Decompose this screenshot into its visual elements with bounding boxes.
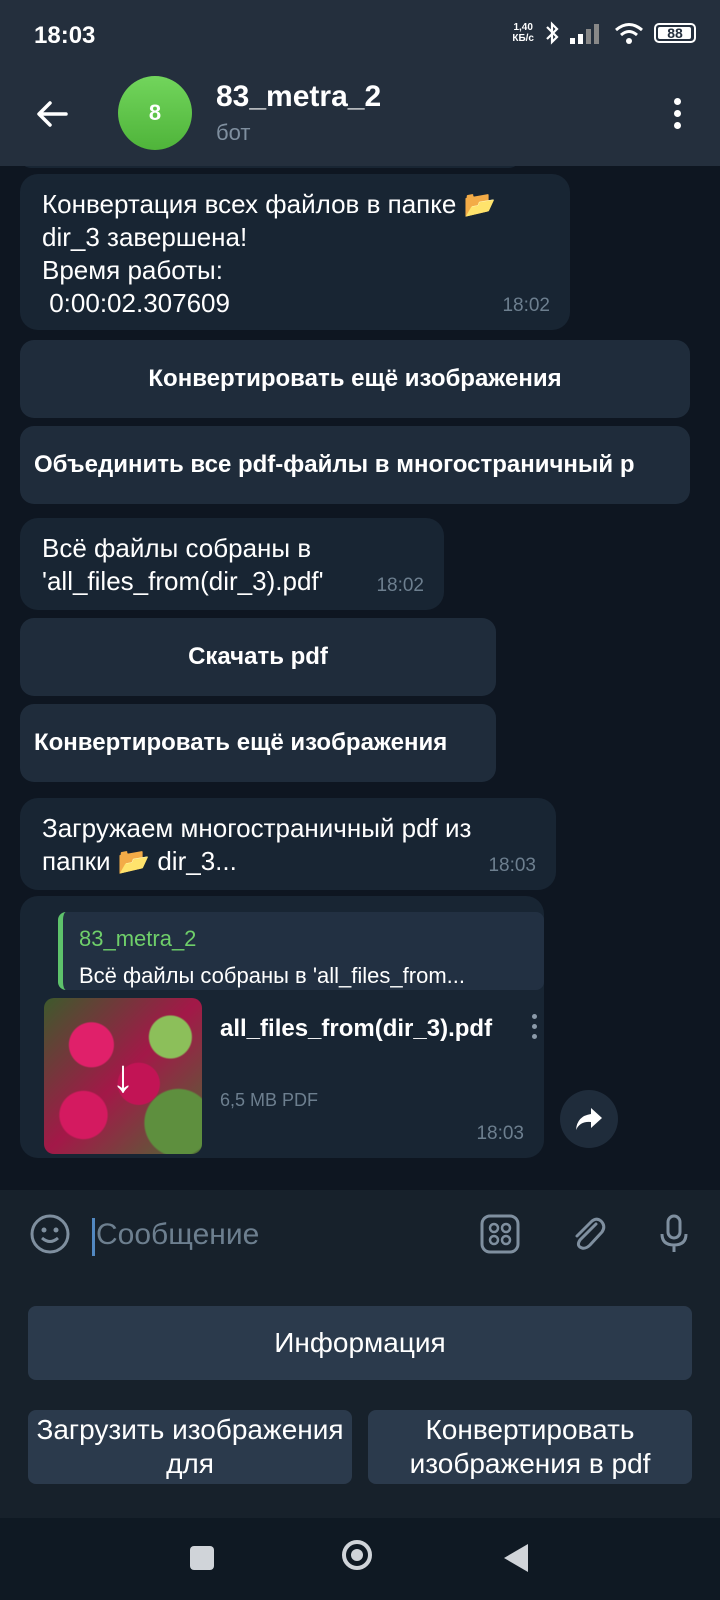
system-nav-bar bbox=[0, 1518, 720, 1600]
inline-button-convert-more[interactable]: Конвертировать ещё изображения bbox=[20, 340, 690, 418]
status-time: 18:03 bbox=[34, 22, 96, 49]
inline-button-download-pdf[interactable]: Скачать pdf bbox=[20, 618, 496, 696]
recents-icon[interactable] bbox=[190, 1546, 214, 1570]
back-arrow-icon[interactable] bbox=[30, 92, 74, 136]
emoji-icon[interactable] bbox=[28, 1212, 72, 1256]
battery-icon: 88 bbox=[654, 23, 696, 43]
file-name[interactable]: all_files_from(dir_3).pdf bbox=[220, 1014, 510, 1044]
message-time: 18:03 bbox=[488, 855, 536, 876]
network-speed: 1,40 КБ/с bbox=[512, 22, 534, 44]
more-menu-icon[interactable] bbox=[672, 98, 682, 134]
message-bubble-partial bbox=[20, 166, 520, 168]
text-cursor bbox=[92, 1218, 95, 1256]
download-arrow-icon[interactable]: ↓ bbox=[112, 1053, 135, 1099]
file-message-bubble: 83_metra_2 Всё файлы собраны в 'all_file… bbox=[20, 896, 544, 1158]
file-menu-icon[interactable] bbox=[532, 1014, 538, 1044]
keyboard-button-upload[interactable]: Загрузить изображения для bbox=[28, 1410, 352, 1484]
bluetooth-icon bbox=[546, 21, 559, 45]
status-icons: 1,40 КБ/с 88 bbox=[512, 20, 696, 46]
keyboard-button-info[interactable]: Информация bbox=[28, 1306, 692, 1380]
message-input-bar: Сообщение bbox=[0, 1190, 720, 1282]
share-icon[interactable] bbox=[560, 1090, 618, 1148]
avatar[interactable]: 8 bbox=[118, 76, 192, 150]
message-bubble: Конвертация всех файлов в папке 📂 dir_3 … bbox=[20, 174, 570, 330]
chat-subtitle: бот bbox=[216, 120, 251, 145]
chat-header: 8 83_metra_2 бот bbox=[0, 72, 720, 166]
signal-icon bbox=[570, 24, 599, 44]
status-bar: 18:03 1,40 КБ/с 88 bbox=[0, 0, 720, 72]
wifi-icon bbox=[615, 23, 643, 44]
file-thumbnail[interactable]: ↓ bbox=[44, 998, 202, 1154]
reply-quote[interactable]: 83_metra_2 Всё файлы собраны в 'all_file… bbox=[58, 912, 544, 990]
message-bubble: Всё файлы собраны в 'all_files_from(dir_… bbox=[20, 518, 444, 610]
message-time: 18:03 bbox=[476, 1123, 524, 1144]
file-size: 6,5 MB PDF bbox=[220, 1090, 319, 1110]
attach-icon[interactable] bbox=[566, 1212, 610, 1256]
inline-button-convert-more[interactable]: Конвертировать ещё изображения bbox=[20, 704, 496, 782]
inline-button-merge-pdf[interactable]: Объединить все pdf-файлы в многостраничн… bbox=[20, 426, 690, 504]
chat-messages[interactable]: Конвертация всех файлов в папке 📂 dir_3 … bbox=[0, 166, 720, 1190]
back-triangle-icon[interactable] bbox=[504, 1544, 528, 1572]
message-input[interactable]: Сообщение bbox=[96, 1218, 259, 1252]
message-bubble: Загружаем многостраничный pdf из папки 📂… bbox=[20, 798, 556, 890]
message-time: 18:02 bbox=[376, 575, 424, 596]
home-icon[interactable] bbox=[342, 1540, 372, 1570]
keyboard-grid-icon[interactable] bbox=[478, 1212, 522, 1256]
keyboard-button-convert[interactable]: Конвертировать изображения в pdf bbox=[368, 1410, 692, 1484]
message-time: 18:02 bbox=[502, 295, 550, 316]
chat-title[interactable]: 83_metra_2 bbox=[216, 80, 381, 114]
bot-reply-keyboard: Информация Загрузить изображения для Кон… bbox=[0, 1282, 720, 1518]
microphone-icon[interactable] bbox=[652, 1212, 696, 1256]
